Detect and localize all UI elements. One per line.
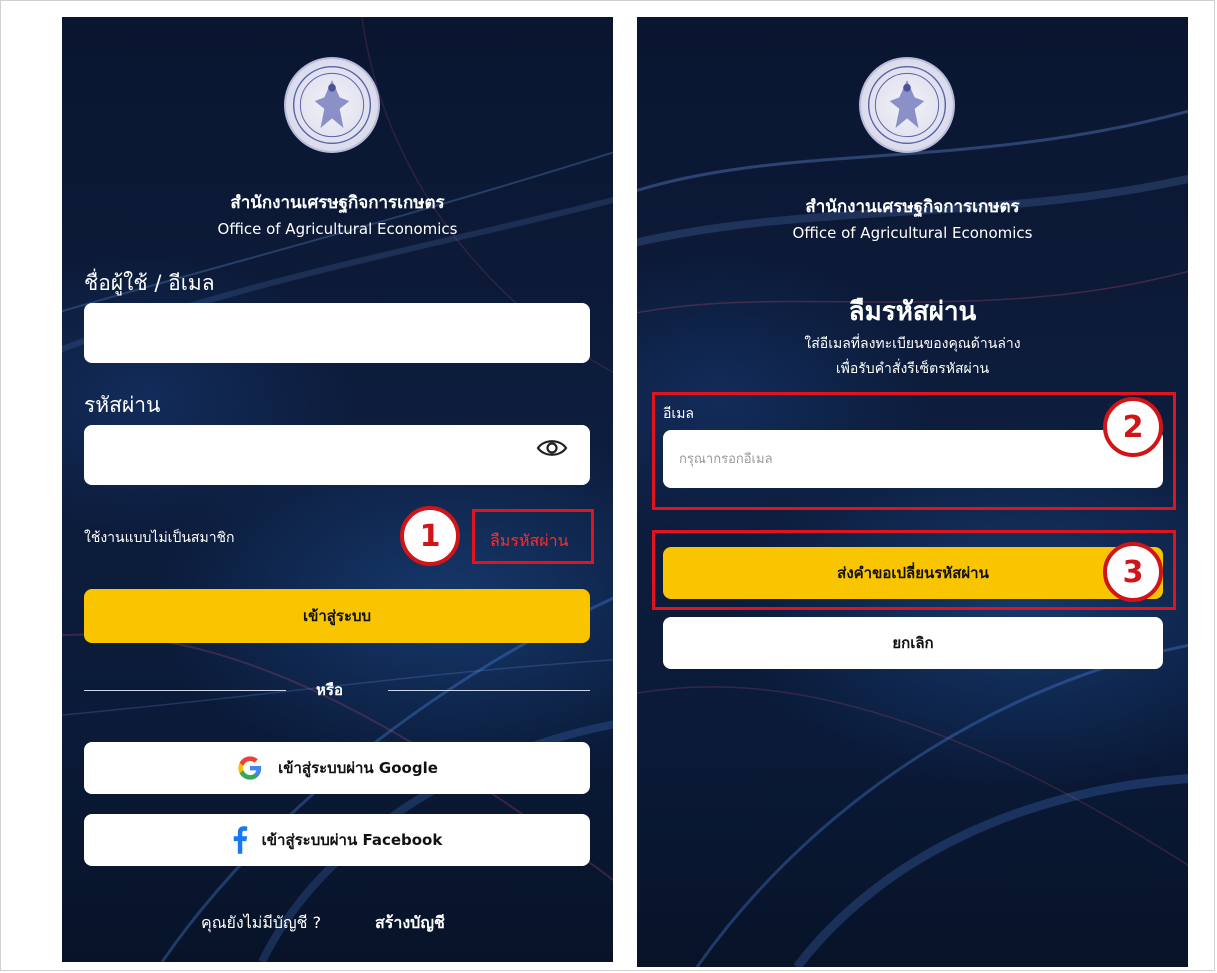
facebook-icon (233, 826, 247, 854)
highlight-forgot-link (472, 509, 594, 564)
create-account-link[interactable]: สร้างบัญชี (375, 911, 445, 936)
step-2-badge: 2 (1103, 397, 1163, 457)
username-label: ชื่อผู้ใช้ / อีเมล (84, 271, 215, 295)
divider-left (84, 690, 286, 691)
or-text: หรือ (316, 681, 343, 699)
no-account-text: คุณยังไม่มีบัญชี ? (201, 913, 322, 932)
google-icon (238, 756, 262, 780)
step-1-badge: 1 (400, 506, 460, 566)
password-input[interactable] (84, 425, 590, 485)
login-button[interactable]: เข้าสู่ระบบ (84, 589, 590, 643)
seal-icon (284, 57, 380, 153)
highlight-submit-button (652, 530, 1176, 610)
org-name-en: Office of Agricultural Economics (792, 224, 1033, 242)
facebook-login-label: เข้าสู่ระบบผ่าน Facebook (261, 831, 443, 849)
forgot-desc-line1: ใส่อีเมลที่ลงทะเบียนของคุณด้านล่าง (804, 336, 1021, 352)
seal-icon (859, 57, 955, 153)
password-label: รหัสผ่าน (84, 393, 161, 417)
org-name-th: สำนักงานเศรษฐกิจการเกษตร (230, 193, 445, 213)
forgot-desc-line2: เพื่อรับคำสั่งรีเซ็ตรหัสผ่าน (835, 361, 990, 377)
guest-login-link[interactable]: ใช้งานแบบไม่เป็นสมาชิก (84, 527, 235, 549)
org-name-th: สำนักงานเศรษฐกิจการเกษตร (805, 197, 1020, 217)
forgot-title: ลืมรหัสผ่าน (848, 297, 977, 327)
cancel-button[interactable]: ยกเลิก (663, 617, 1163, 669)
username-input[interactable] (84, 303, 590, 363)
highlight-email-field (652, 392, 1176, 510)
step-3-badge: 3 (1103, 542, 1163, 602)
facebook-login-button[interactable]: เข้าสู่ระบบผ่าน Facebook (84, 814, 590, 866)
org-name-en: Office of Agricultural Economics (217, 220, 458, 238)
divider-right (388, 690, 590, 691)
eye-icon[interactable] (536, 437, 568, 459)
login-screen: สำนักงานเศรษฐกิจการเกษตร Office of Agric… (62, 17, 613, 962)
google-login-button[interactable]: เข้าสู่ระบบผ่าน Google (84, 742, 590, 794)
google-login-label: เข้าสู่ระบบผ่าน Google (278, 759, 438, 777)
